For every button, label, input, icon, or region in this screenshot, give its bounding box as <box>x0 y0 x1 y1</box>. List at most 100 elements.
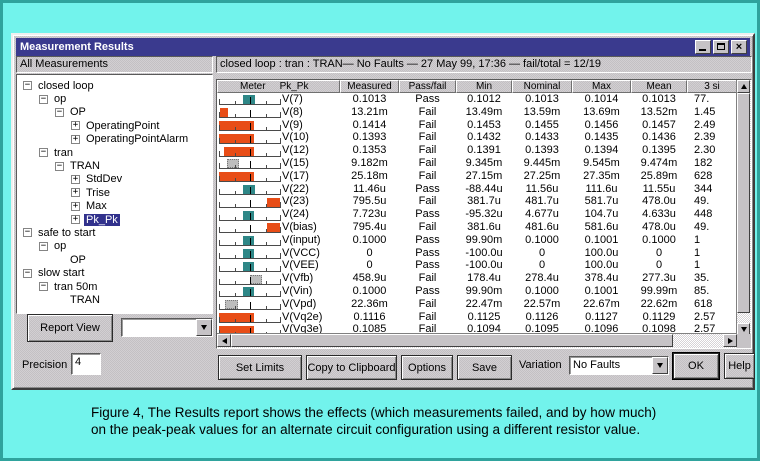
report-view-combo[interactable] <box>121 318 213 337</box>
meter-tick <box>266 229 267 232</box>
collapse-icon[interactable]: − <box>39 282 48 291</box>
tree-item-pk-pk[interactable]: +Pk_Pk <box>17 213 212 226</box>
collapse-icon[interactable]: − <box>39 148 48 157</box>
column-header-max[interactable]: Max <box>572 80 631 93</box>
expand-icon[interactable]: + <box>71 188 80 197</box>
expand-icon[interactable]: + <box>71 202 80 211</box>
meter-tick <box>250 225 251 232</box>
copy-to-clipboard-button[interactable]: Copy to Clipboard <box>306 355 397 380</box>
table-row[interactable]: V(8)13.21mFail13.49m13.59m13.69m13.52m1.… <box>217 106 737 119</box>
table-row[interactable]: V(Vq2e)0.1116Fail0.11250.11260.11270.112… <box>217 311 737 324</box>
table-row[interactable]: V(15)9.182mFail9.345m9.445m9.545m9.474m1… <box>217 157 737 170</box>
tree-item-trise[interactable]: +Trise <box>17 186 212 199</box>
options-button[interactable]: Options <box>401 355 453 380</box>
tree-item-op[interactable]: −OP <box>17 106 212 119</box>
tree-item-tran[interactable]: −tran <box>17 146 212 159</box>
collapse-icon[interactable]: − <box>55 162 64 171</box>
collapse-icon[interactable]: − <box>23 228 32 237</box>
column-header-measured[interactable]: Measured <box>340 80 399 93</box>
cell-measured: 0 <box>340 259 399 272</box>
tree-item-label: TRAN <box>68 294 102 306</box>
table-row[interactable]: V(9)0.1414Fail0.14530.14550.14560.14572.… <box>217 119 737 132</box>
set-limits-button[interactable]: Set Limits <box>218 355 302 380</box>
tree-item-stddev[interactable]: +StdDev <box>17 173 212 186</box>
collapse-icon[interactable]: − <box>39 95 48 104</box>
precision-value: 4 <box>75 356 81 368</box>
vertical-scroll-thumb[interactable] <box>737 93 750 313</box>
meter-tick <box>235 191 236 194</box>
minimize-button[interactable] <box>695 40 711 54</box>
expand-icon[interactable]: + <box>71 135 80 144</box>
tree-item-safe-to-start[interactable]: −safe to start <box>17 226 212 239</box>
variation-combo-dropdown[interactable] <box>652 357 668 374</box>
horizontal-scrollbar[interactable] <box>217 333 737 348</box>
table-row[interactable]: V(input)0.1000Pass99.90m0.10000.10010.10… <box>217 234 737 247</box>
scroll-left-button[interactable] <box>217 334 231 347</box>
collapse-icon[interactable]: − <box>55 108 64 117</box>
column-header-min[interactable]: Min <box>456 80 512 93</box>
signal-name: V(22) <box>282 183 309 196</box>
tree-item-op[interactable]: −op <box>17 240 212 253</box>
meter-tick <box>235 140 236 143</box>
save-button[interactable]: Save <box>457 355 512 380</box>
cell-3-sigma: 2.39 <box>687 131 737 144</box>
meter-tick <box>250 110 251 117</box>
table-row[interactable]: V(VEE)0Pass-100.0u0100.0u01 <box>217 259 737 272</box>
table-row[interactable]: V(bias)795.4uFail381.6u481.6u581.6u478.0… <box>217 221 737 234</box>
tree-item-tran[interactable]: TRAN <box>17 293 212 306</box>
table-row[interactable]: V(23)795.5uFail381.7u481.7u581.7u478.0u4… <box>217 195 737 208</box>
column-header-pass-fail[interactable]: Pass/fail <box>399 80 456 93</box>
maximize-button[interactable] <box>713 40 729 54</box>
column-header-nominal[interactable]: Nominal <box>512 80 572 93</box>
meter-gauge <box>219 285 281 297</box>
tree-item-closed-loop[interactable]: −closed loop <box>17 79 212 92</box>
report-view-combo-dropdown[interactable] <box>196 319 212 336</box>
cell-nominal: 278.4u <box>512 272 572 285</box>
column-header-mean[interactable]: Mean <box>631 80 687 93</box>
scroll-up-button[interactable] <box>737 80 750 93</box>
close-button[interactable]: × <box>731 40 747 54</box>
column-header-3-si[interactable]: 3 si <box>687 80 737 93</box>
meter-tick <box>250 187 251 194</box>
table-row[interactable]: V(24)7.723uPass-95.32u4.677u104.7u4.633u… <box>217 208 737 221</box>
collapse-icon[interactable]: − <box>23 269 32 278</box>
scroll-right-button[interactable] <box>723 334 737 347</box>
tree-item-tran-50m[interactable]: −tran 50m <box>17 280 212 293</box>
meter-bar <box>243 211 254 220</box>
table-row[interactable]: V(7)0.1013Pass0.10120.10130.10140.101377… <box>217 93 737 106</box>
table-row[interactable]: V(VCC)0Pass-100.0u0100.0u01 <box>217 247 737 260</box>
tree-item-tran[interactable]: −TRAN <box>17 159 212 172</box>
precision-input[interactable]: 4 <box>71 353 101 375</box>
collapse-icon[interactable]: − <box>39 242 48 251</box>
table-row[interactable]: V(22)11.46uPass-88.44u11.56u111.6u11.55u… <box>217 183 737 196</box>
meter-name-cell: V(VEE) <box>217 259 340 272</box>
expand-icon[interactable]: + <box>71 175 80 184</box>
tree-item-slow-start[interactable]: −slow start <box>17 266 212 279</box>
table-row[interactable]: V(10)0.1393Fail0.14320.14330.14350.14362… <box>217 131 737 144</box>
table-row[interactable]: V(17)25.18mFail27.15m27.25m27.35m25.89m6… <box>217 170 737 183</box>
ok-button[interactable]: OK <box>673 353 719 379</box>
tree-item-max[interactable]: +Max <box>17 200 212 213</box>
table-row[interactable]: V(12)0.1353Fail0.13910.13930.13940.13952… <box>217 144 737 157</box>
meter-tick <box>235 127 236 130</box>
meter-name-column-header[interactable]: Meter Pk_Pk <box>217 80 340 93</box>
horizontal-scroll-thumb[interactable] <box>231 334 673 347</box>
tree-item-op[interactable]: OP <box>17 253 212 266</box>
report-view-button[interactable]: Report View <box>27 314 113 342</box>
tree-item-operatingpointalarm[interactable]: +OperatingPointAlarm <box>17 133 212 146</box>
measurement-tree[interactable]: −closed loop−op−OP+OperatingPoint+Operat… <box>16 74 213 314</box>
help-button[interactable]: Help <box>724 353 755 379</box>
tree-item-operatingpoint[interactable]: +OperatingPoint <box>17 119 212 132</box>
table-row[interactable]: V(Vpd)22.36mFail22.47m22.57m22.67m22.62m… <box>217 298 737 311</box>
table-row[interactable]: V(Vfb)458.9uFail178.4u278.4u378.4u277.3u… <box>217 272 737 285</box>
tree-item-op[interactable]: −op <box>17 92 212 105</box>
meter-name-cell: V(8) <box>217 106 340 119</box>
meter-tick <box>235 178 236 181</box>
collapse-icon[interactable]: − <box>23 81 32 90</box>
title-bar[interactable]: Measurement Results × <box>16 38 750 56</box>
expand-icon[interactable]: + <box>71 121 80 130</box>
table-row[interactable]: V(Vin)0.1000Pass99.90m0.10000.100199.99m… <box>217 285 737 298</box>
vertical-scrollbar[interactable] <box>736 80 751 336</box>
variation-combo[interactable]: No Faults <box>569 356 669 375</box>
expand-icon[interactable]: + <box>71 215 80 224</box>
